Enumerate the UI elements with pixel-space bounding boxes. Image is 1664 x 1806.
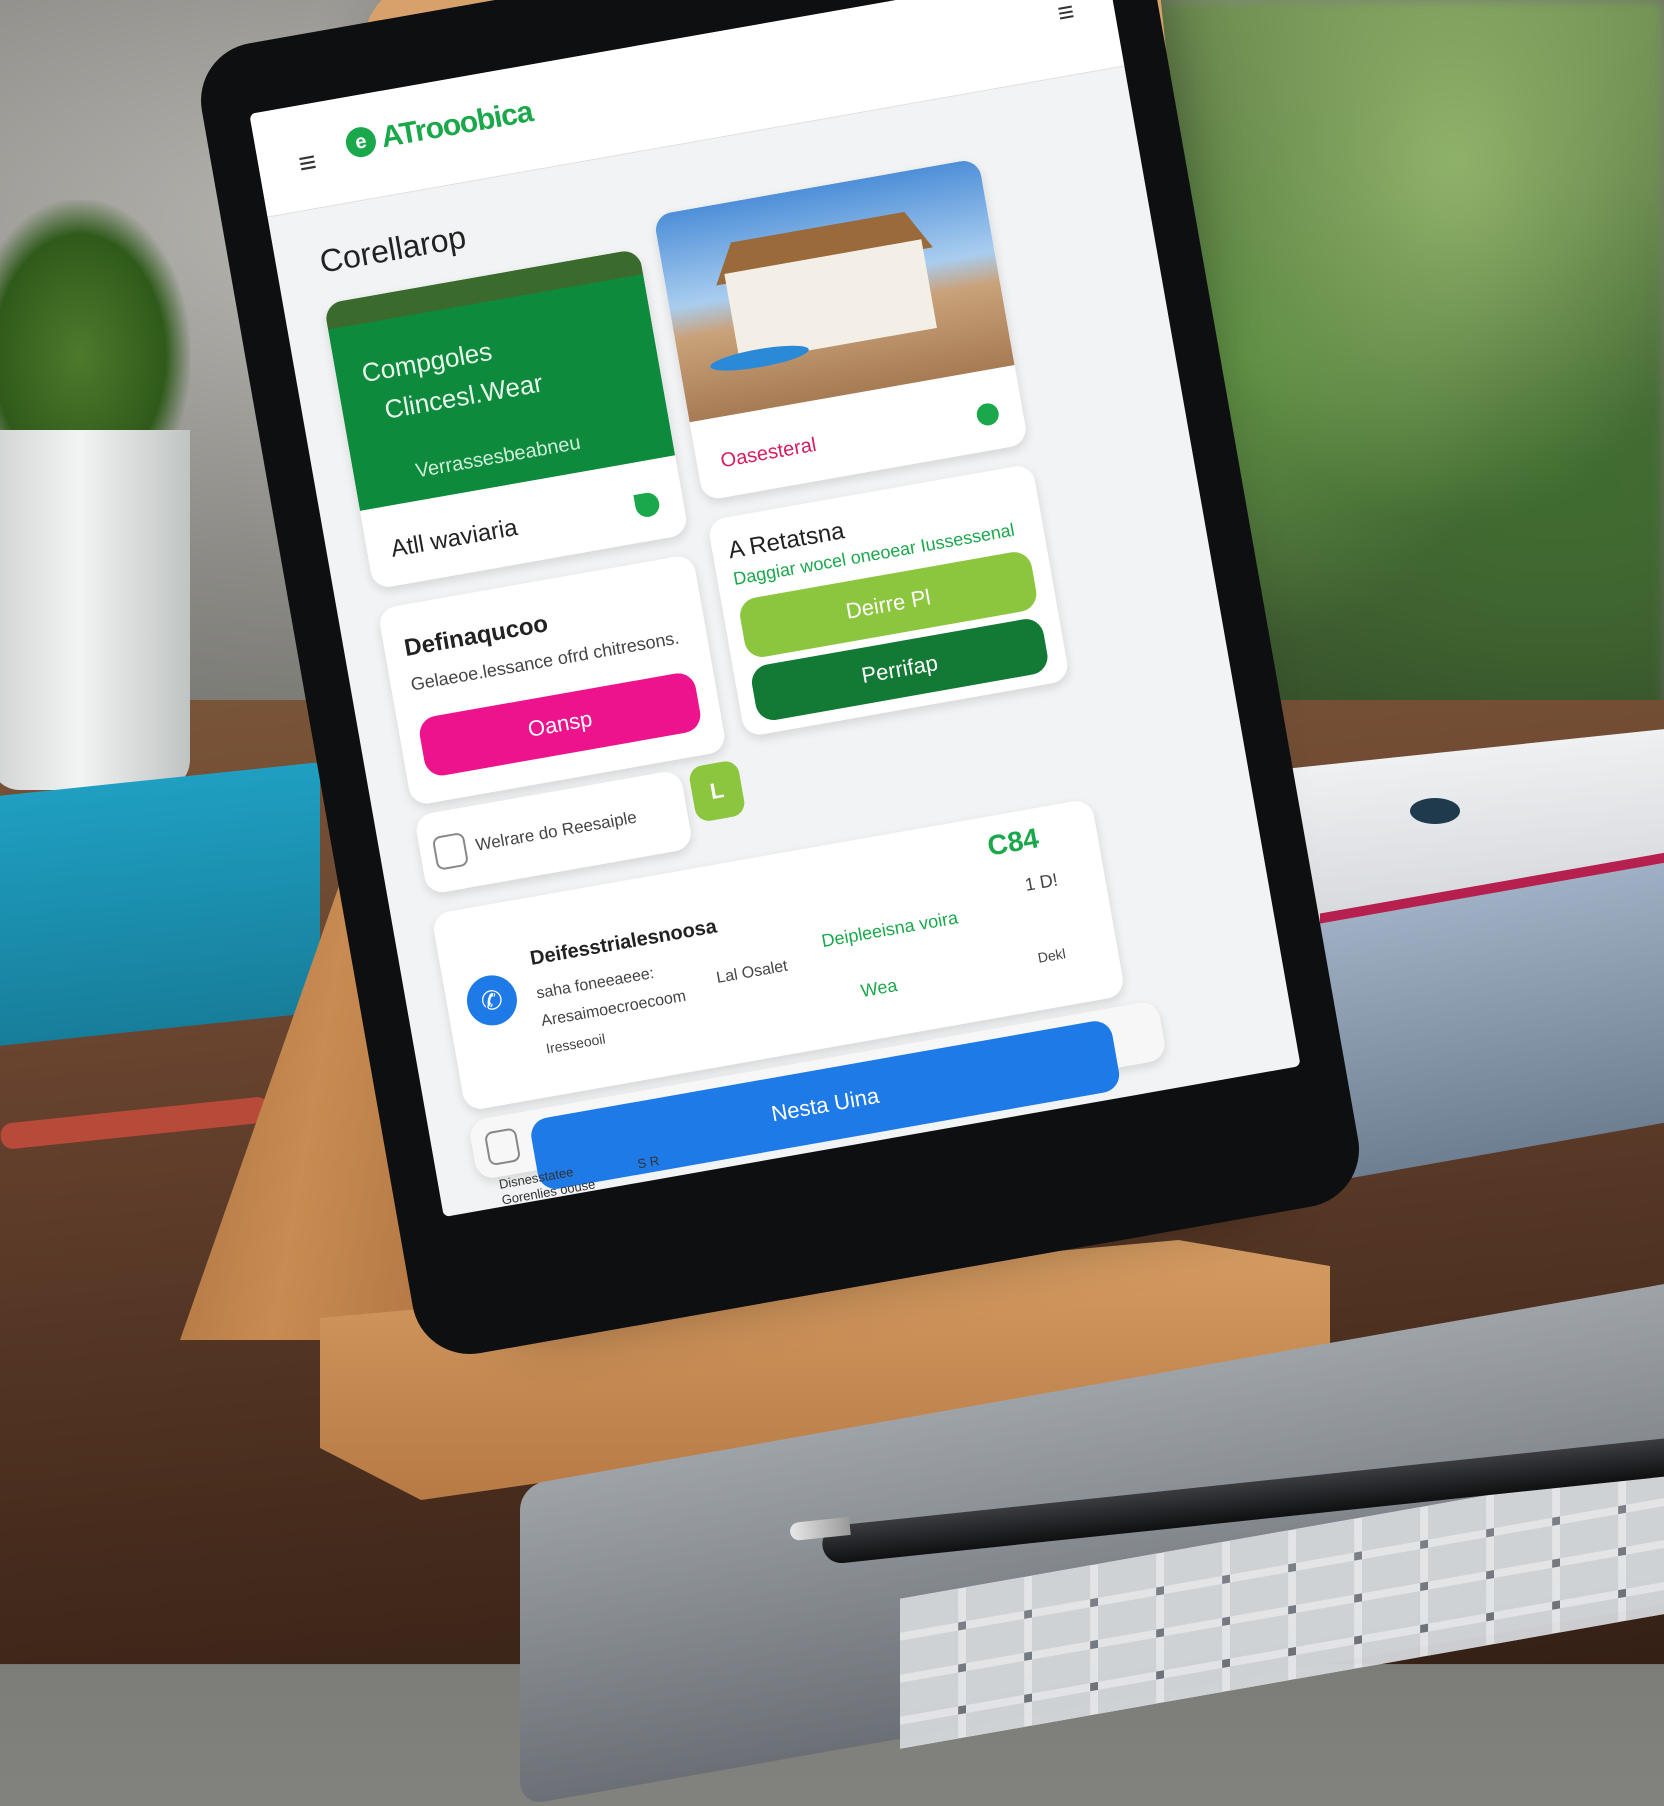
leaf-icon[interactable] — [633, 490, 662, 519]
detail-corner: 1 D! — [1023, 869, 1060, 895]
plant-pot — [0, 430, 190, 790]
photo-card-footer-label: Oasesteral — [718, 433, 818, 472]
detail-col3: Deipleeisna voira — [819, 907, 960, 952]
page-title: Corellarop — [317, 218, 469, 280]
green-card-line3: Verrassesbeabneu — [414, 431, 583, 483]
device-camera — [1410, 798, 1460, 824]
phone-icon[interactable]: ✆ — [463, 971, 521, 1030]
left-info-card: Definaqucoo Gelaeoe.lessance ofrd chitre… — [377, 553, 728, 807]
hand-icon — [431, 831, 470, 871]
teal-book — [0, 762, 320, 1048]
green-card[interactable]: Compgoles Clincesl.Wear Verrassesbeabneu… — [323, 248, 689, 590]
brand[interactable]: e ATrooobica — [343, 95, 535, 161]
bag-icon — [483, 1127, 522, 1167]
detail-title: Deifesstrialesnoosa — [528, 915, 719, 970]
hamburger-icon[interactable]: ≡ — [296, 145, 319, 182]
photo-card[interactable]: Oasesteral — [653, 158, 1029, 502]
detail-col2: Lal Osalet — [715, 957, 790, 987]
detail-col3b: Wea — [859, 974, 899, 1002]
green-card-header: Compgoles Clincesl.Wear Verrassesbeabneu — [323, 248, 676, 511]
detail-line3: Iresseooil — [544, 1030, 607, 1057]
potted-plant — [0, 200, 190, 460]
right-info-card: A Retatsna Daggiar wocel oneoear Iussess… — [706, 463, 1071, 738]
detail-side: Dekl — [1036, 945, 1067, 966]
brand-name: ATrooobica — [378, 95, 535, 155]
green-dot-icon[interactable] — [974, 401, 1001, 428]
brand-logo-icon: e — [343, 124, 379, 160]
welcome-text: Welrare do Reesaiple — [474, 807, 639, 855]
price: C84 — [985, 822, 1042, 862]
welcome-badge[interactable]: L — [687, 759, 747, 824]
green-card-footer-label: Atll waviaria — [388, 514, 520, 563]
menu-icon[interactable]: ≡ — [1055, 0, 1077, 30]
